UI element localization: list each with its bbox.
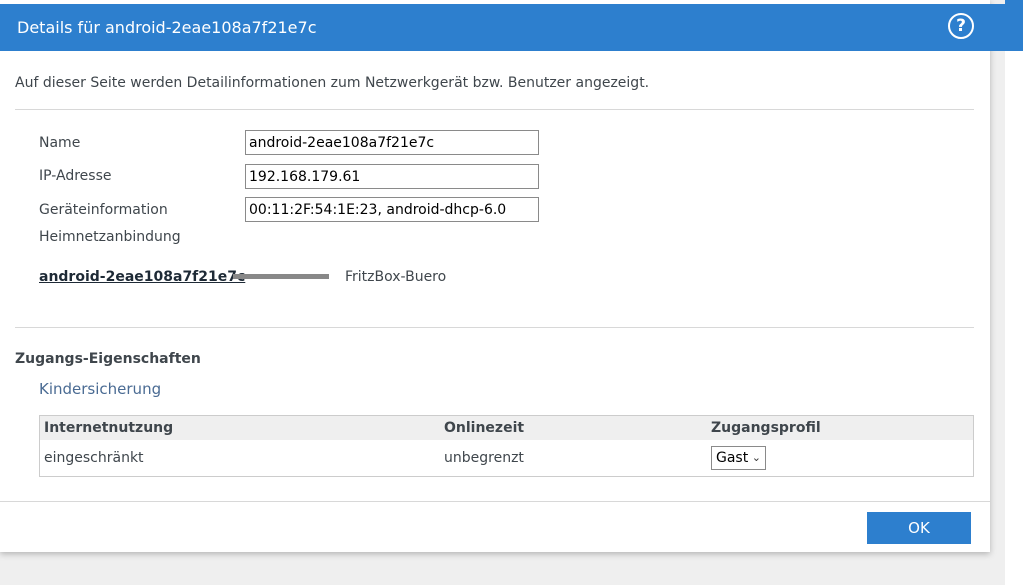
- column-header-usage: Internetnutzung: [44, 420, 174, 436]
- connection-line: [233, 274, 329, 279]
- chevron-down-icon: ⌄: [751, 451, 761, 464]
- name-input[interactable]: [245, 130, 539, 155]
- router-name: FritzBox-Buero: [345, 269, 447, 285]
- background-strip-top: [1005, 0, 1023, 51]
- access-properties-title: Zugangs-Eigenschaften: [15, 351, 201, 367]
- column-header-profile: Zugangsprofil: [711, 420, 821, 436]
- ip-address-label: IP-Adresse: [39, 168, 112, 184]
- background-bottom: [0, 552, 1005, 585]
- device-details-dialog: Details für android-2eae108a7f21e7c ? Au…: [0, 0, 1005, 552]
- parental-control-link[interactable]: Kindersicherung: [39, 380, 161, 398]
- dialog-title: Details für android-2eae108a7f21e7c: [17, 18, 317, 37]
- column-header-online-time: Onlinezeit: [444, 420, 525, 436]
- ip-address-input[interactable]: [245, 164, 539, 189]
- divider: [15, 327, 974, 328]
- profile-select-value: Gast: [716, 450, 749, 466]
- name-label: Name: [39, 135, 81, 151]
- device-link[interactable]: android-2eae108a7f21e7c: [39, 268, 245, 286]
- table-header: Internetnutzung Onlinezeit Zugangsprofil: [40, 416, 973, 440]
- intro-text: Auf dieser Seite werden Detailinformatio…: [15, 75, 650, 91]
- background-strip: [1005, 0, 1023, 585]
- online-time-cell: unbegrenzt: [444, 450, 524, 466]
- home-network-label: Heimnetzanbindung: [39, 229, 181, 245]
- usage-cell: eingeschränkt: [44, 450, 144, 466]
- footer-divider: [0, 501, 990, 502]
- divider: [15, 109, 974, 110]
- profile-select[interactable]: Gast ⌄: [711, 446, 766, 470]
- access-table: Internetnutzung Onlinezeit Zugangsprofil…: [39, 415, 974, 477]
- device-info-input[interactable]: [245, 197, 539, 222]
- question-circle-icon[interactable]: ?: [948, 13, 974, 39]
- device-info-label: Geräteinformation: [39, 202, 168, 218]
- ok-button[interactable]: OK: [867, 512, 971, 544]
- dialog-header: Details für android-2eae108a7f21e7c ?: [0, 4, 1005, 51]
